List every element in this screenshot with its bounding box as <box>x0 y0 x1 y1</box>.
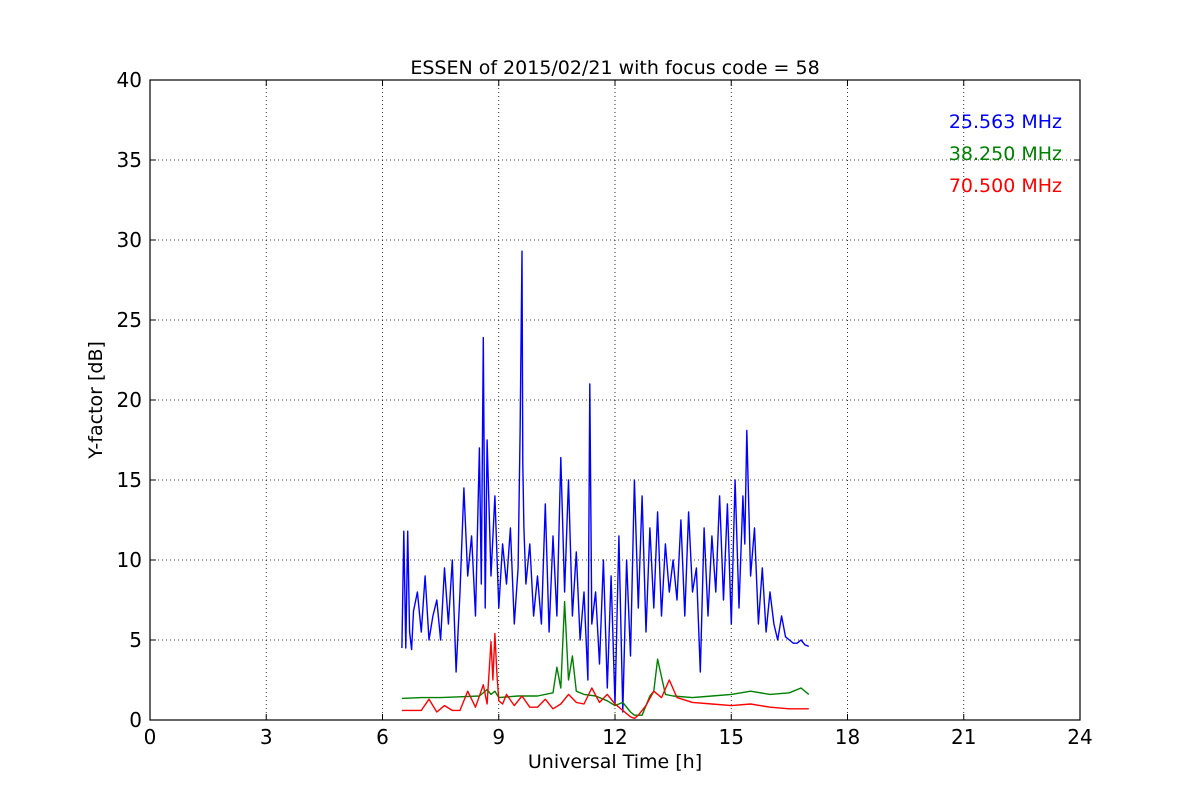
legend-entry-1: 25.563 MHz <box>949 111 1062 133</box>
y-tick-label: 25 <box>117 308 142 332</box>
y-tick-label: 0 <box>129 708 142 732</box>
x-tick-label: 3 <box>260 725 273 749</box>
line-chart: 0 3 6 9 12 15 18 21 24 0 5 10 15 20 25 30 35 40 ESSEN of … <box>85 57 1093 773</box>
legend-entry-2: 38.250 MHz <box>949 143 1062 165</box>
y-tick-label: 35 <box>117 148 142 172</box>
series-group <box>401 250 810 720</box>
x-tick-label: 15 <box>719 725 744 749</box>
grid <box>150 80 1080 720</box>
x-tick-label: 18 <box>835 725 860 749</box>
y-tick-label: 40 <box>117 68 142 92</box>
y-tick-label: 15 <box>117 468 142 492</box>
legend-entry-3: 70.500 MHz <box>949 175 1062 197</box>
chart-container: 0 3 6 9 12 15 18 21 24 0 5 10 15 20 25 30 35 40 ESSEN of … <box>0 0 1200 800</box>
chart-title: ESSEN of 2015/02/21 with focus code = 58 <box>410 57 819 79</box>
x-tick-label: 24 <box>1067 725 1092 749</box>
y-tick-label: 30 <box>117 228 142 252</box>
y-tick-label: 20 <box>117 388 142 412</box>
y-axis-label: Y-factor [dB] <box>85 341 107 460</box>
x-tick-label: 21 <box>951 725 976 749</box>
ticks: 0 3 6 9 12 15 18 21 24 0 5 10 15 20 25 30 35 40 <box>117 68 1093 749</box>
x-tick-label: 0 <box>144 725 157 749</box>
x-tick-label: 9 <box>492 725 505 749</box>
legend: 25.563 MHz 38.250 MHz 70.500 MHz <box>949 111 1062 197</box>
y-tick-label: 5 <box>129 628 142 652</box>
y-tick-label: 10 <box>117 548 142 572</box>
x-tick-label: 6 <box>376 725 389 749</box>
x-axis-label: Universal Time [h] <box>528 751 702 773</box>
x-tick-label: 12 <box>602 725 627 749</box>
